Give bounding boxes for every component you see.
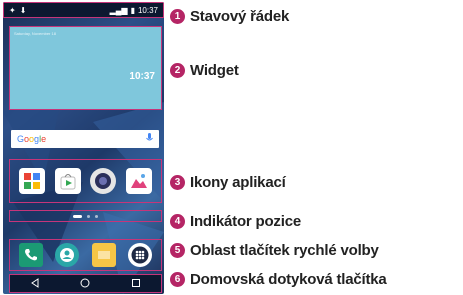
callout-label: Indikátor pozice (190, 212, 301, 230)
back-icon[interactable] (30, 275, 40, 293)
callout-position-indicator: 4 Indikátor pozice (170, 211, 301, 231)
messages-icon[interactable] (91, 243, 116, 267)
callout-status-bar: 1 Stavový řádek (170, 6, 289, 26)
callout-badge: 6 (170, 271, 185, 287)
widget-time: 10:37 (129, 71, 155, 82)
position-indicator[interactable] (9, 210, 162, 222)
callout-quick-keys: 5 Oblast tlačítek rychlé volby (170, 240, 379, 260)
current-page-dash (73, 214, 82, 218)
callout-label: Widget (190, 61, 239, 79)
callout-badge: 4 (170, 213, 185, 229)
quick-keys-area (9, 239, 162, 271)
google-logo: Google (17, 134, 47, 144)
page-dot (95, 214, 98, 218)
callout-badge: 1 (170, 8, 185, 24)
signal-icon: ▂▄▆ (109, 5, 128, 15)
callout-app-icons: 3 Ikony aplikací (170, 172, 286, 192)
play-store-icon[interactable] (54, 168, 81, 194)
phone-screen: ✦ ⬇ ▂▄▆ ▮ 10:37 Saturday, November 18 10… (3, 2, 164, 294)
app-icons-area (9, 159, 162, 203)
contacts-icon[interactable] (55, 243, 80, 267)
camera-icon[interactable] (90, 168, 117, 194)
battery-icon: ▮ (130, 5, 135, 15)
home-icon[interactable] (80, 275, 90, 293)
callout-label: Ikony aplikací (190, 173, 286, 191)
callout-legend: 1 Stavový řádek 2 Widget 3 Ikony aplikac… (166, 0, 463, 295)
clock-widget[interactable]: Saturday, November 18 10:37 (9, 26, 162, 110)
callout-badge: 2 (170, 62, 185, 78)
page-dot (87, 214, 90, 218)
callout-widget: 2 Widget (170, 60, 239, 80)
callout-label: Oblast tlačítek rychlé volby (190, 241, 379, 259)
recent-apps-icon[interactable] (131, 275, 141, 293)
status-bar: ✦ ⬇ ▂▄▆ ▮ 10:37 (3, 2, 164, 18)
phone-icon[interactable] (19, 243, 44, 267)
mic-icon[interactable] (146, 130, 153, 148)
download-icon: ⬇ (19, 5, 27, 15)
widget-date: Saturday, November 18 (14, 31, 56, 36)
notification-icon: ✦ (9, 5, 16, 15)
status-time: 10:37 (137, 5, 158, 15)
google-apps-icon[interactable] (18, 168, 45, 194)
home-touch-buttons (9, 274, 162, 293)
callout-badge: 5 (170, 242, 185, 258)
apps-drawer-icon[interactable] (127, 243, 152, 267)
callout-badge: 3 (170, 174, 185, 190)
callout-label: Domovská dotyková tlačítka (190, 270, 387, 288)
gallery-icon[interactable] (126, 168, 153, 194)
google-search-bar[interactable]: Google (11, 130, 159, 148)
callout-label: Stavový řádek (190, 7, 290, 25)
callout-home-touch-buttons: 6 Domovská dotyková tlačítka (170, 269, 387, 289)
